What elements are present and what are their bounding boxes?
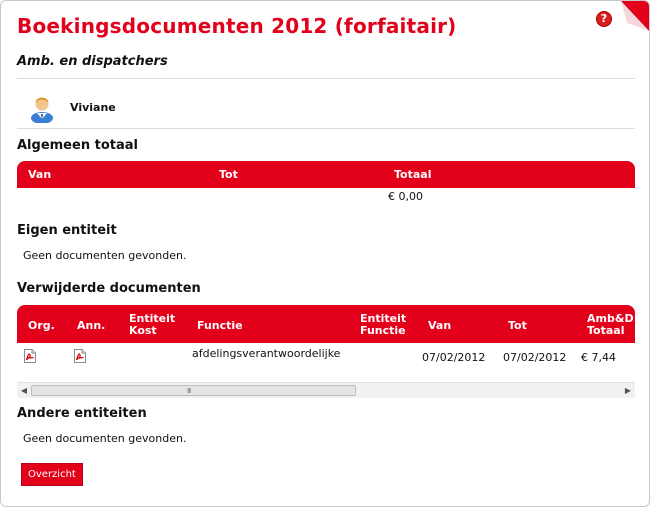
horizontal-scrollbar[interactable]: ◀ III ▶ — [17, 382, 635, 398]
overview-button[interactable]: Overzicht — [21, 463, 83, 486]
general-total-header: Van Tot Totaal — [17, 161, 635, 188]
own-entity-empty-text: Geen documenten gevonden. — [23, 249, 187, 262]
row-van: 07/02/2012 — [422, 351, 486, 364]
scrollbar-thumb[interactable]: III — [31, 385, 356, 396]
divider — [17, 78, 635, 79]
divider — [17, 128, 635, 129]
col-entiteit-functie-line2[interactable]: Functie — [360, 324, 406, 337]
other-entities-empty-text: Geen documenten gevonden. — [23, 432, 187, 445]
row-amb-totaal: € 7,44 — [581, 351, 616, 364]
col-van: Van — [28, 168, 52, 181]
col-amb-totaal-line2[interactable]: Totaal — [587, 324, 624, 337]
col-functie[interactable]: Functie — [197, 319, 243, 332]
general-total-value: € 0,00 — [388, 190, 423, 203]
user-avatar-icon — [31, 97, 53, 123]
col-tot[interactable]: Tot — [508, 319, 527, 332]
pdf-icon[interactable] — [74, 349, 86, 363]
col-org[interactable]: Org. — [28, 319, 55, 332]
col-ann[interactable]: Ann. — [77, 319, 105, 332]
other-entities-heading: Andere entiteiten — [17, 406, 147, 421]
scroll-left-icon[interactable]: ◀ — [17, 383, 31, 398]
own-entity-heading: Eigen entiteit — [17, 223, 117, 238]
page-curl-icon — [621, 1, 649, 31]
col-tot: Tot — [219, 168, 238, 181]
user-name: Viviane — [70, 101, 116, 114]
removed-documents-heading: Verwijderde documenten — [17, 281, 201, 296]
pdf-icon[interactable] — [24, 349, 36, 363]
page-panel: Boekingsdocumenten 2012 (forfaitair) ? A… — [0, 0, 650, 507]
scroll-right-icon[interactable]: ▶ — [621, 383, 635, 398]
scrollbar-grip: III — [187, 387, 191, 395]
general-total-heading: Algemeen totaal — [17, 138, 138, 153]
col-van[interactable]: Van — [428, 319, 451, 332]
row-tot: 07/02/2012 — [503, 351, 567, 364]
row-functie: afdelingsverantwoordelijke — [192, 347, 341, 360]
page-subtitle: Amb. en dispatchers — [17, 54, 168, 69]
col-totaal: Totaal — [394, 168, 432, 181]
col-entiteit-kost-line2[interactable]: Kost — [129, 324, 157, 337]
removed-documents-header: Org. Ann. Entiteit Kost Functie Entiteit… — [17, 305, 635, 343]
help-icon[interactable]: ? — [597, 12, 611, 26]
page-title: Boekingsdocumenten 2012 (forfaitair) — [17, 14, 457, 38]
